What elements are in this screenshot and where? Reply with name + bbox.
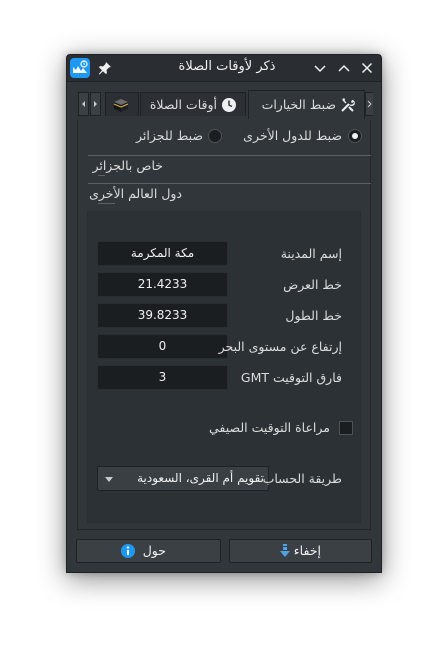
tab-bar: أوقات الصلاة ضبط الخيارات — [67, 81, 381, 119]
tab-settings[interactable]: ضبط الخيارات — [248, 90, 365, 119]
radio-algeria-label[interactable]: ضبط للجزائر — [136, 128, 203, 143]
about-button[interactable]: حول — [76, 539, 221, 563]
divider — [88, 183, 371, 184]
longitude-label: خط الطول — [285, 308, 342, 323]
radio-other-countries-label[interactable]: ضبط للدول الأخرى — [243, 128, 342, 143]
arrow-down-icon — [277, 543, 293, 559]
city-label: إسم المدينة — [280, 246, 342, 261]
divider — [98, 175, 105, 176]
radio-other-countries[interactable] — [348, 129, 362, 143]
world-settings-form: مكة المكرمة إسم المدينة 21.4233 خط العرض… — [87, 211, 361, 523]
info-icon — [120, 543, 136, 559]
window-title: ذكر لأوقات الصلاة — [178, 59, 276, 74]
tab-kaaba[interactable] — [105, 92, 139, 116]
gmt-offset-field[interactable]: 3 — [97, 365, 228, 390]
kaaba-icon — [113, 97, 130, 113]
altitude-label: إرتفاع عن مستوى البحر — [218, 339, 342, 354]
tab-overflow-indicator — [365, 92, 373, 116]
longitude-field[interactable]: 39.8233 — [97, 303, 228, 328]
location-radio-group: ضبط للدول الأخرى ضبط للجزائر — [78, 128, 372, 145]
dst-label[interactable]: مراعاة التوقيت الصيفي — [160, 420, 330, 435]
calculation-method-value: تقويم أم القرى، السعودية — [137, 471, 264, 485]
hide-button[interactable]: إخفاء — [229, 539, 372, 563]
chevron-down-icon — [105, 477, 113, 482]
section-world: دول العالم الأخرى — [88, 183, 371, 204]
app-icon[interactable] — [70, 58, 90, 78]
gmt-offset-label: فارق التوقيت GMT — [240, 370, 342, 385]
section-world-title: دول العالم الأخرى — [89, 186, 182, 201]
divider — [98, 203, 115, 204]
pin-icon[interactable] — [97, 60, 113, 76]
tab-prayer-times[interactable]: أوقات الصلاة — [140, 92, 246, 116]
clock-icon — [221, 97, 237, 113]
tools-icon — [340, 97, 356, 113]
title-bar: ذكر لأوقات الصلاة — [67, 55, 381, 82]
minimize-button[interactable] — [312, 60, 328, 76]
tab-scroll-left-button[interactable] — [78, 92, 89, 116]
city-field[interactable]: مكة المكرمة — [97, 241, 228, 266]
calculation-method-label: طريقة الحساب — [262, 471, 342, 486]
altitude-field[interactable]: 0 — [97, 334, 228, 359]
latitude-field[interactable]: 21.4233 — [97, 272, 228, 297]
maximize-button[interactable] — [336, 60, 352, 76]
divider — [88, 155, 371, 156]
close-button[interactable] — [359, 60, 375, 76]
section-algeria: خاص بالجزائر — [88, 155, 371, 176]
calculation-method-select[interactable]: تقويم أم القرى، السعودية — [97, 466, 269, 491]
dst-checkbox[interactable] — [339, 421, 353, 435]
radio-algeria[interactable] — [208, 129, 222, 143]
latitude-label: خط العرض — [283, 277, 342, 292]
app-window: ذكر لأوقات الصلاة أوقات الصلاة ضبط الخيا… — [66, 54, 382, 573]
tab-scroll-right-button[interactable] — [90, 92, 101, 116]
section-algeria-title: خاص بالجزائر — [92, 158, 163, 173]
